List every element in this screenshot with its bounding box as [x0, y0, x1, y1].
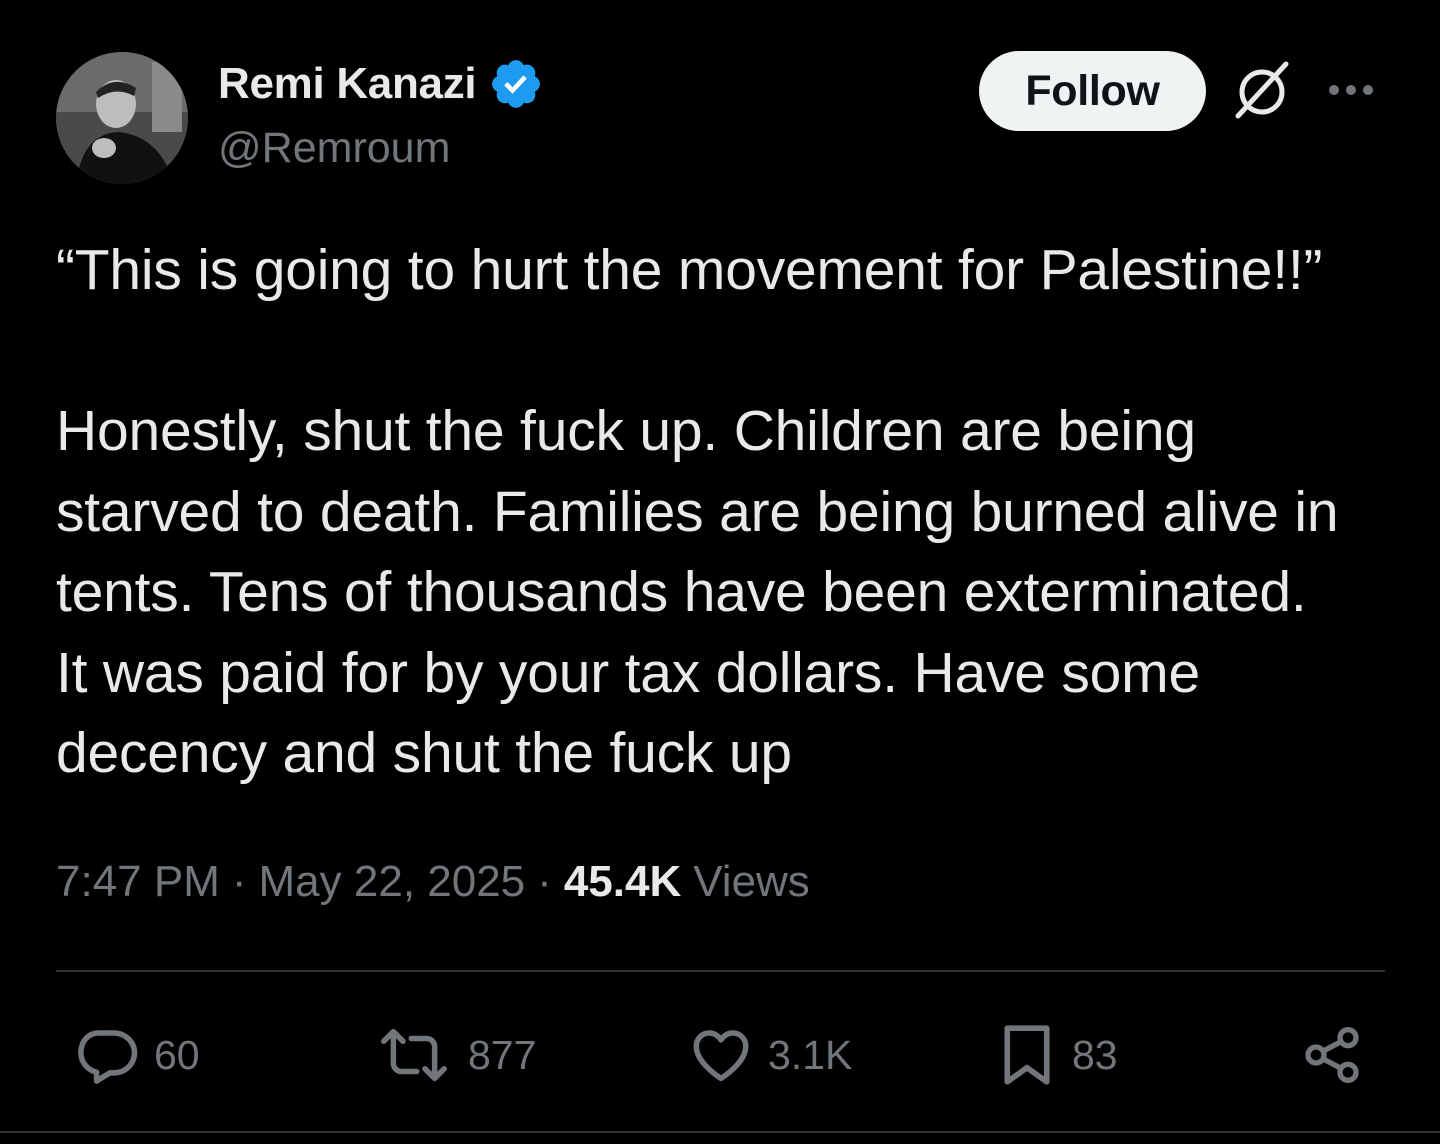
avatar-photo — [56, 52, 188, 184]
author-row[interactable]: Remi Kanazi — [218, 58, 544, 110]
author-display-name[interactable]: Remi Kanazi — [218, 59, 477, 109]
share-button[interactable] — [1300, 1020, 1364, 1090]
tweet-text: “This is going to hurt the movement for … — [56, 238, 1339, 785]
bookmark-icon — [1004, 1025, 1050, 1085]
tweet-time[interactable]: 7:47 PM — [56, 857, 220, 907]
divider — [56, 970, 1385, 972]
bookmark-count: 83 — [1072, 1031, 1118, 1078]
bookmark-button[interactable]: 83 — [996, 1020, 1118, 1090]
repost-button[interactable]: 877 — [374, 1020, 536, 1090]
reply-icon — [78, 1030, 138, 1084]
heart-icon — [693, 1030, 749, 1082]
tweet-meta: 7:47 PM · May 22, 2025 · 45.4K Views — [56, 852, 810, 912]
repost-count: 877 — [468, 1031, 537, 1078]
reply-count: 60 — [154, 1031, 200, 1078]
like-count: 3.1K — [768, 1031, 853, 1078]
repost-icon — [381, 1028, 447, 1082]
meta-separator: · — [231, 857, 247, 906]
verified-badge-icon[interactable] — [488, 56, 544, 112]
tweet-date[interactable]: May 22, 2025 — [259, 857, 526, 907]
reply-button[interactable]: 60 — [74, 1020, 200, 1090]
bottom-divider — [0, 1131, 1440, 1133]
more-options-icon[interactable] — [1322, 70, 1380, 110]
views-count[interactable]: 45.4K — [564, 857, 681, 907]
follow-button[interactable]: Follow — [979, 51, 1206, 131]
meta-separator: · — [537, 857, 552, 906]
share-icon — [1305, 1027, 1359, 1083]
grok-icon[interactable] — [1232, 60, 1296, 120]
avatar[interactable] — [56, 52, 188, 184]
like-button[interactable]: 3.1K — [688, 1020, 852, 1090]
views-label: Views — [693, 857, 810, 906]
author-handle[interactable]: @Remroum — [218, 124, 450, 173]
